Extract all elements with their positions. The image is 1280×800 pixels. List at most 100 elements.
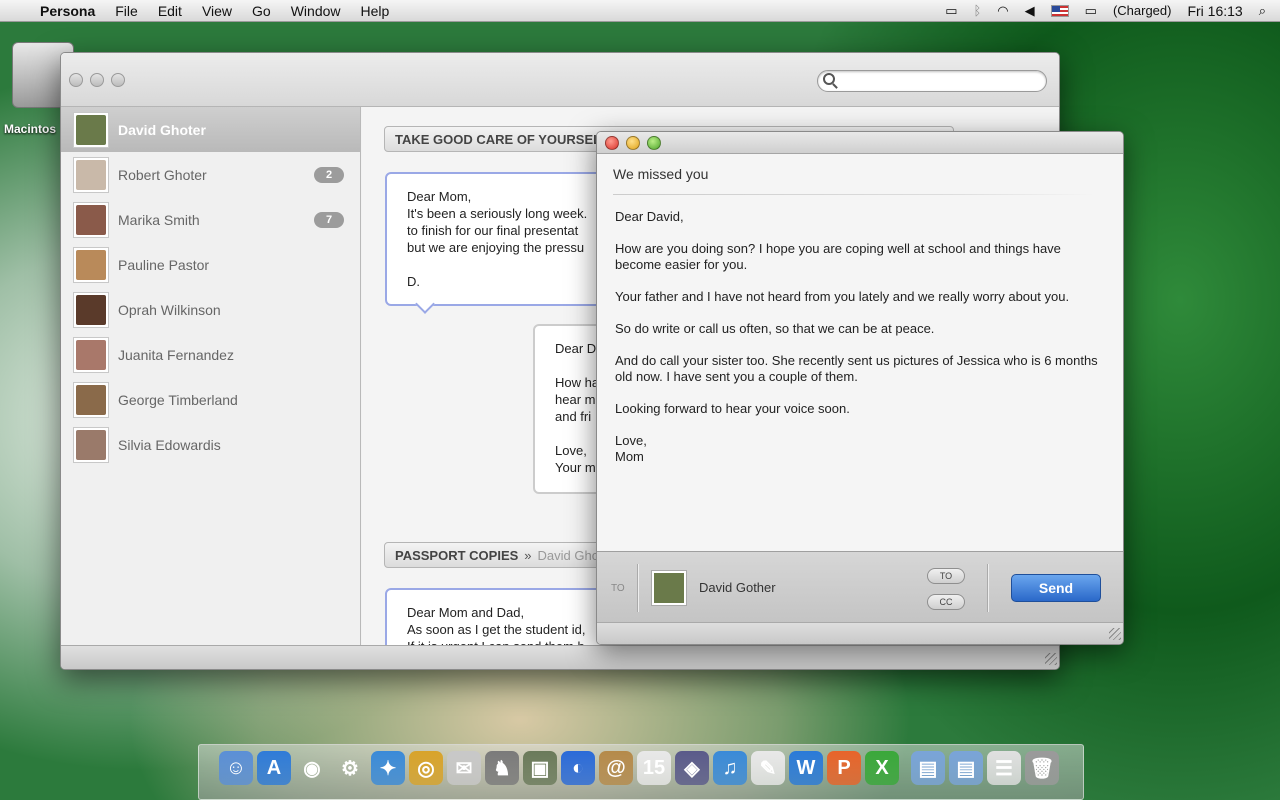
- contact-item[interactable]: Pauline Pastor: [61, 242, 360, 287]
- chess-icon[interactable]: ♞: [485, 751, 519, 785]
- bluetooth-icon[interactable]: ᛒ: [965, 3, 989, 18]
- window-controls: [69, 73, 125, 87]
- app-store-icon[interactable]: A: [257, 751, 291, 785]
- footer-divider: [987, 564, 988, 612]
- unread-badge: 2: [314, 167, 344, 183]
- compose-window: We missed you Dear David, How are you doi…: [596, 131, 1124, 645]
- search-input[interactable]: [817, 70, 1047, 92]
- clock[interactable]: Fri 16:13: [1179, 3, 1250, 19]
- dock-glyph: ◐: [571, 756, 585, 779]
- avatar: [73, 381, 109, 418]
- close-icon[interactable]: [605, 136, 619, 150]
- contact-item[interactable]: George Timberland: [61, 377, 360, 422]
- dock: ☺ A ◉ ⚙ ✦ ◎ ✉ ♞ ▣ ◐ @15 ◈ ♫ ✎ W P X ▤ ▤ ☰ 🗑: [198, 744, 1084, 800]
- dvd-player-icon[interactable]: ◐: [561, 751, 595, 785]
- dock-glyph: ▣: [530, 757, 550, 780]
- thread-subject: PASSPORT COPIES: [395, 547, 519, 563]
- to-label: TO: [611, 583, 625, 594]
- dock-glyph: X: [875, 756, 889, 779]
- contact-name: Marika Smith: [118, 211, 200, 228]
- contact-name: Pauline Pastor: [118, 256, 210, 273]
- contact-item[interactable]: Robert Ghoter 2: [61, 152, 360, 197]
- textedit-icon[interactable]: ✎: [751, 751, 785, 785]
- wifi-icon[interactable]: ◠: [989, 3, 1016, 19]
- app-menu[interactable]: Persona: [36, 3, 105, 19]
- contacts-sidebar: David Ghoter Robert Ghoter 2 Marika Smith 7 P…: [61, 107, 361, 647]
- compose-footer: TO David Gother TO CC Send: [597, 551, 1123, 623]
- menu-window[interactable]: Window: [281, 3, 351, 19]
- downloads-stack-icon[interactable]: ☰: [987, 751, 1021, 785]
- dock-glyph: A: [266, 756, 282, 779]
- menu-bar: Persona File Edit View Go Window Help ▭ …: [0, 0, 1280, 22]
- contact-item[interactable]: Oprah Wilkinson: [61, 287, 360, 332]
- main-statusbar: [61, 645, 1059, 669]
- send-button[interactable]: Send: [1011, 574, 1101, 602]
- compose-statusbar: [597, 622, 1123, 644]
- word-icon[interactable]: W: [789, 751, 823, 785]
- input-source-flag-icon[interactable]: [1043, 4, 1077, 17]
- dock-items: ☺ A ◉ ⚙ ✦ ◎ ✉ ♞ ▣ ◐ @15 ◈ ♫ ✎ W P X ▤ ▤ ☰ 🗑: [219, 751, 1059, 785]
- body-paragraph: How are you doing son? I hope you are co…: [615, 241, 1061, 272]
- avatar: [73, 246, 109, 283]
- address-book-icon[interactable]: @: [599, 751, 633, 785]
- dock-glyph: ◉: [303, 757, 321, 780]
- documents-folder-icon[interactable]: ▤: [949, 751, 983, 785]
- menu-go[interactable]: Go: [242, 3, 281, 19]
- dock-glyph: ◎: [417, 757, 435, 780]
- compose-subject[interactable]: We missed you: [597, 154, 1123, 194]
- excel-icon[interactable]: X: [865, 751, 899, 785]
- zoom-icon[interactable]: [647, 136, 661, 150]
- dock-glyph: ✦: [379, 757, 397, 780]
- chrome-icon[interactable]: ◎: [409, 751, 443, 785]
- avatar: [73, 291, 109, 328]
- resize-grip-icon[interactable]: [1109, 628, 1121, 640]
- menu-help[interactable]: Help: [351, 3, 400, 19]
- menu-edit[interactable]: Edit: [148, 3, 192, 19]
- applications-folder-icon[interactable]: ▤: [911, 751, 945, 785]
- resize-grip-icon[interactable]: [1045, 653, 1057, 665]
- iphoto-icon[interactable]: ▣: [523, 751, 557, 785]
- cc-button[interactable]: CC: [927, 594, 965, 610]
- dock-glyph: ♫: [722, 756, 738, 779]
- to-button[interactable]: TO: [927, 568, 965, 584]
- contact-name: Juanita Fernandez: [118, 346, 234, 363]
- dock-glyph: W: [796, 756, 816, 779]
- zoom-icon[interactable]: [111, 73, 125, 87]
- footer-divider: [637, 564, 638, 612]
- search-icon: [823, 73, 835, 85]
- contact-item[interactable]: Marika Smith 7: [61, 197, 360, 242]
- contact-name: David Ghoter: [118, 121, 206, 138]
- finder-icon[interactable]: ☺: [219, 751, 253, 785]
- volume-icon[interactable]: ◀: [1017, 3, 1043, 19]
- safari-icon[interactable]: ✦: [371, 751, 405, 785]
- battery-icon[interactable]: ▭: [1077, 3, 1105, 19]
- powerpoint-icon[interactable]: P: [827, 751, 861, 785]
- menu-view[interactable]: View: [192, 3, 242, 19]
- contact-item[interactable]: Juanita Fernandez: [61, 332, 360, 377]
- body-paragraph: So do write or call us often, so that we…: [615, 321, 935, 336]
- contact-name: George Timberland: [118, 391, 238, 408]
- body-paragraph: Looking forward to hear your voice soon.: [615, 401, 850, 416]
- avatar: [73, 336, 109, 373]
- battery-status[interactable]: (Charged): [1105, 3, 1180, 18]
- menu-file[interactable]: File: [105, 3, 148, 19]
- display-icon[interactable]: ▭: [937, 3, 965, 19]
- trash-icon[interactable]: 🗑: [1025, 751, 1059, 785]
- itunes-icon[interactable]: ♫: [713, 751, 747, 785]
- minimize-icon[interactable]: [626, 136, 640, 150]
- minimize-icon[interactable]: [90, 73, 104, 87]
- spotlight-icon[interactable]: ⌕: [1251, 3, 1280, 19]
- contact-item[interactable]: David Ghoter: [61, 107, 360, 152]
- contact-item[interactable]: Silvia Edowardis: [61, 422, 360, 467]
- close-icon[interactable]: [69, 73, 83, 87]
- mail-icon[interactable]: ✉: [447, 751, 481, 785]
- ical-icon[interactable]: 15: [637, 751, 671, 785]
- avatar: [73, 201, 109, 238]
- system-preferences-icon[interactable]: ⚙: [333, 751, 367, 785]
- recipient-name[interactable]: David Gother: [699, 580, 776, 595]
- dashboard-icon[interactable]: ◉: [295, 751, 329, 785]
- photo-booth-icon[interactable]: ◈: [675, 751, 709, 785]
- compose-body[interactable]: Dear David, How are you doing son? I hope…: [597, 195, 1123, 495]
- recipient-avatar: [651, 570, 687, 606]
- contact-name: Silvia Edowardis: [118, 436, 221, 453]
